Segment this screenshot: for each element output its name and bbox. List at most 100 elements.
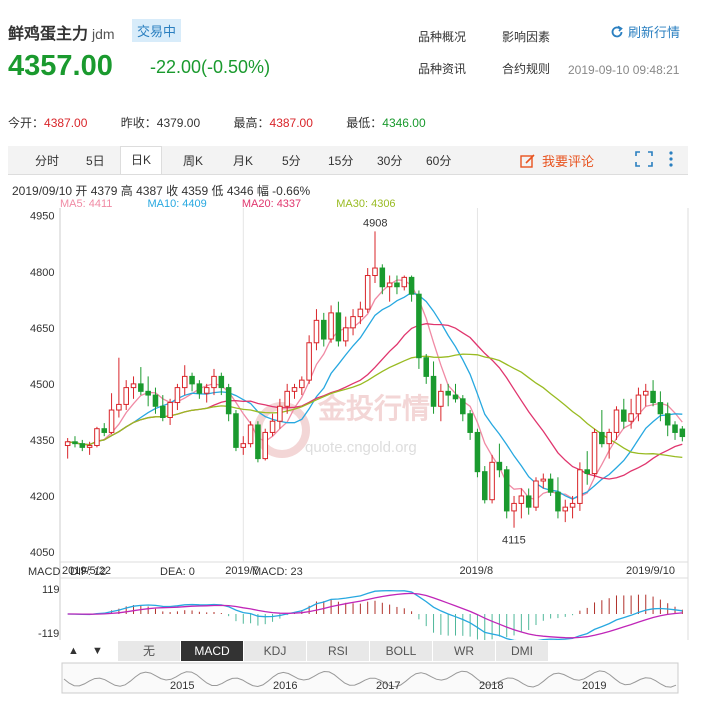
watermark-brand: 金投行情 xyxy=(317,392,430,424)
tab-60min[interactable]: 60分 xyxy=(426,152,451,169)
tab-30min[interactable]: 30分 xyxy=(377,152,402,169)
candle-body xyxy=(335,312,342,342)
open-value: 4387.00 xyxy=(44,116,88,130)
candle-body xyxy=(591,431,598,475)
candle-body xyxy=(218,375,225,389)
candle-body xyxy=(533,480,539,508)
candle-body xyxy=(555,491,561,512)
edit-icon xyxy=(520,154,535,168)
candle-body xyxy=(386,282,393,288)
price-tick-label: 4200 xyxy=(30,491,54,503)
candle-body xyxy=(540,478,547,482)
candle-body xyxy=(672,424,678,433)
ma5-line xyxy=(67,279,683,501)
status-badge: 交易中 xyxy=(132,19,182,42)
candle-body xyxy=(635,394,642,415)
candle-body xyxy=(269,420,276,433)
indicator-none[interactable]: 无 xyxy=(118,641,181,661)
macd-tick-top: 119 xyxy=(42,584,60,596)
candle-body xyxy=(357,308,364,318)
date-tick-label: 2019/8 xyxy=(459,565,493,577)
indicator-rsi[interactable]: RSI xyxy=(307,641,370,661)
candle-body xyxy=(408,276,415,295)
refresh-button[interactable]: 刷新行情 xyxy=(610,22,680,41)
tab-5min[interactable]: 5分 xyxy=(282,152,301,169)
candle-body xyxy=(101,428,108,433)
tab-intraday[interactable]: 分时 xyxy=(35,152,59,169)
indicator-boll[interactable]: BOLL xyxy=(370,641,433,661)
candle-body xyxy=(130,383,137,389)
candle-body xyxy=(262,431,269,460)
refresh-label: 刷新行情 xyxy=(628,25,681,40)
candle-body xyxy=(181,375,188,389)
link-rules[interactable]: 合约规则 xyxy=(502,60,550,77)
candle-body xyxy=(394,282,400,288)
candle-body xyxy=(562,506,569,512)
candle-body xyxy=(518,495,525,504)
candle-body xyxy=(401,276,408,288)
indicator-kdj[interactable]: KDJ xyxy=(244,641,307,661)
candle-body xyxy=(233,413,239,448)
macd-tick-bottom: -119 xyxy=(38,628,59,640)
candle-body xyxy=(196,383,203,394)
candle-body xyxy=(496,461,503,471)
link-news[interactable]: 品种资讯 xyxy=(418,60,466,77)
candle-body xyxy=(203,387,210,394)
min-price-label: 4115 xyxy=(502,535,526,547)
link-factors[interactable]: 影响因素 xyxy=(502,28,550,45)
candle-body xyxy=(657,402,664,415)
tab-weekly[interactable]: 周K xyxy=(183,152,203,169)
scroll-down-icon[interactable]: ▼ xyxy=(92,641,103,661)
candle-body xyxy=(467,413,473,433)
candle-body xyxy=(679,428,686,438)
navigator-year-label: 2016 xyxy=(273,680,297,692)
candle-body xyxy=(342,327,349,342)
instrument-name: 鲜鸡蛋主力 xyxy=(8,26,89,43)
candle-body xyxy=(189,375,195,385)
candle-body xyxy=(481,471,488,501)
last-price: 4357.00 xyxy=(8,50,113,82)
fullscreen-icon[interactable] xyxy=(635,151,653,167)
price-tick-label: 4950 xyxy=(30,211,54,223)
instrument-code: jdm xyxy=(92,26,115,42)
candle-body xyxy=(291,387,298,392)
low-label: 最低： xyxy=(346,116,383,130)
comment-button[interactable]: 我要评论 xyxy=(520,151,594,170)
candle-body xyxy=(372,267,378,277)
time-navigator[interactable]: 2015 2016 2017 2018 2019 xyxy=(0,661,710,703)
indicator-dmi[interactable]: DMI xyxy=(496,641,549,661)
tab-monthly[interactable]: 月K xyxy=(233,152,253,169)
candle-body xyxy=(599,431,605,445)
navigator-year-label: 2019 xyxy=(582,680,606,692)
instrument-title: 鲜鸡蛋主力 jdm xyxy=(8,20,115,44)
scroll-up-icon[interactable]: ▲ xyxy=(68,641,79,661)
more-icon[interactable] xyxy=(668,150,674,168)
candle-body xyxy=(569,502,576,508)
indicator-macd[interactable]: MACD xyxy=(181,641,244,661)
link-overview[interactable]: 品种概况 xyxy=(418,28,466,45)
navigator-year-label: 2018 xyxy=(479,680,503,692)
watermark-url: quote.cngold.org xyxy=(305,439,417,456)
candle-body xyxy=(438,390,444,407)
kline-chart[interactable]: 49504800465045004350420040502019/5/22 201… xyxy=(0,208,710,640)
candle-body xyxy=(247,424,254,445)
candle-body xyxy=(160,405,166,418)
max-price-label: 4908 xyxy=(363,217,387,229)
candle-body xyxy=(116,403,122,411)
candle-body xyxy=(94,428,100,447)
tab-daily[interactable]: 日K xyxy=(120,146,163,174)
tab-15min[interactable]: 15分 xyxy=(328,152,353,169)
candle-body xyxy=(321,319,327,340)
tab-5day[interactable]: 5日 xyxy=(86,152,105,169)
candle-body xyxy=(255,424,261,460)
candle-body xyxy=(430,375,437,407)
candle-body xyxy=(503,469,510,512)
candle-body xyxy=(452,394,459,400)
candle-body xyxy=(511,502,517,512)
candle-body xyxy=(277,405,283,422)
candle-body xyxy=(525,495,532,508)
price-stats: 今开：4387.00 昨收：4379.00 最高：4387.00 最低：4346… xyxy=(8,114,426,131)
prev-close-label: 昨收： xyxy=(120,116,157,130)
candle-body xyxy=(445,390,451,396)
indicator-wr[interactable]: WR xyxy=(433,641,496,661)
